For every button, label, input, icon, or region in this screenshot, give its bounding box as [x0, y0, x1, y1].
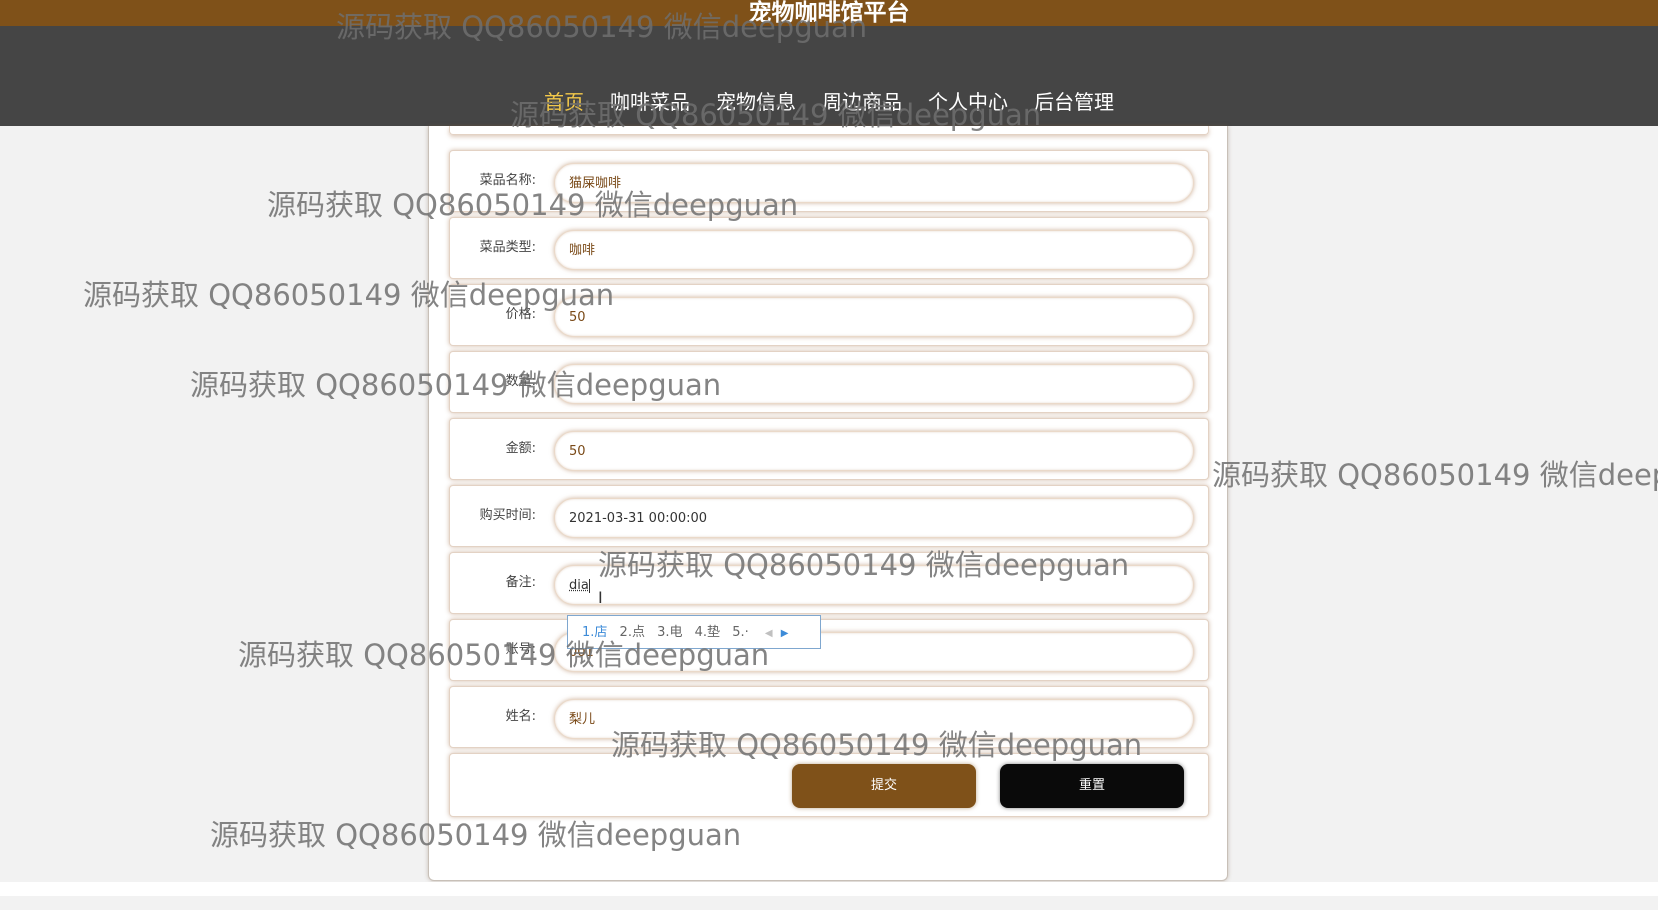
- dish-name-label: 菜品名称:: [479, 173, 536, 188]
- ime-candidate[interactable]: 2.点: [620, 616, 645, 650]
- site-title: 宠物咖啡馆平台: [748, 0, 910, 26]
- dish-type-field[interactable]: 咖啡: [554, 230, 1194, 270]
- submit-button[interactable]: 提交: [792, 764, 976, 808]
- amount-label: 金额:: [505, 441, 536, 456]
- remark-field[interactable]: dia: [554, 565, 1194, 605]
- quantity-field[interactable]: [554, 364, 1194, 404]
- ime-candidate-popup[interactable]: 1.店 2.点 3.电 4.垫 5.· ◀ ▶: [567, 615, 821, 649]
- form-row-purchase-time: 购买时间: 2021-03-31 00:00:00: [449, 485, 1209, 547]
- main-nav: 首页 咖啡菜品 宠物信息 周边商品 个人中心 后台管理: [0, 88, 1658, 116]
- text-caret: [588, 578, 590, 593]
- ime-candidate[interactable]: 5.·: [732, 616, 749, 650]
- quantity-label: 数量:: [505, 374, 536, 389]
- form-row-account: 账号: 001: [449, 619, 1209, 681]
- form-row-actions: 提交 重置: [449, 753, 1209, 817]
- ime-candidate[interactable]: 1.店: [582, 616, 607, 650]
- name-label: 姓名:: [505, 709, 536, 724]
- top-banner: 宠物咖啡馆平台: [0, 0, 1658, 26]
- dish-type-label: 菜品类型:: [479, 240, 536, 255]
- price-field[interactable]: 50: [554, 297, 1194, 337]
- nav-item-personal-center[interactable]: 个人中心: [917, 88, 1019, 116]
- ime-next-page-icon[interactable]: ▶: [781, 617, 789, 651]
- form-row-amount: 金额: 50: [449, 418, 1209, 480]
- price-label: 价格:: [505, 307, 536, 322]
- form-row-remark: 备注: dia: [449, 552, 1209, 614]
- order-form: 菜品名称: 猫屎咖啡 菜品类型: 咖啡 价格: 50 数量: 金额: 50 购买…: [428, 126, 1228, 881]
- remark-field-text: dia: [569, 578, 589, 593]
- form-row-price: 价格: 50: [449, 284, 1209, 346]
- ime-candidate[interactable]: 3.电: [657, 616, 682, 650]
- nav-item-admin[interactable]: 后台管理: [1023, 88, 1125, 116]
- watermark: 源码获取 QQ86050149 微信deepguan: [1212, 458, 1658, 492]
- reset-button[interactable]: 重置: [1000, 764, 1184, 808]
- purchase-time-label: 购买时间:: [479, 508, 536, 523]
- form-row-name: 姓名: 梨儿: [449, 686, 1209, 748]
- nav-item-coffee-dishes[interactable]: 咖啡菜品: [599, 88, 701, 116]
- nav-item-home[interactable]: 首页: [533, 88, 595, 116]
- amount-field[interactable]: 50: [554, 431, 1194, 471]
- footer-strip: [0, 882, 1658, 896]
- account-label: 账号:: [505, 642, 536, 657]
- dish-name-field[interactable]: 猫屎咖啡: [554, 163, 1194, 203]
- nav-item-merchandise[interactable]: 周边商品: [811, 88, 913, 116]
- ime-prev-page-icon[interactable]: ◀: [765, 617, 773, 651]
- form-row-partial: [449, 126, 1209, 135]
- nav-item-pet-info[interactable]: 宠物信息: [705, 88, 807, 116]
- name-field[interactable]: 梨儿: [554, 699, 1194, 739]
- form-row-dish-type: 菜品类型: 咖啡: [449, 217, 1209, 279]
- purchase-time-field[interactable]: 2021-03-31 00:00:00: [554, 498, 1194, 538]
- form-row-quantity: 数量:: [449, 351, 1209, 413]
- remark-label: 备注:: [505, 575, 536, 590]
- main-navbar: 首页 咖啡菜品 宠物信息 周边商品 个人中心 后台管理: [0, 26, 1658, 126]
- text-cursor-icon: I: [598, 588, 603, 607]
- form-row-dish-name: 菜品名称: 猫屎咖啡: [449, 150, 1209, 212]
- ime-candidate[interactable]: 4.垫: [695, 616, 720, 650]
